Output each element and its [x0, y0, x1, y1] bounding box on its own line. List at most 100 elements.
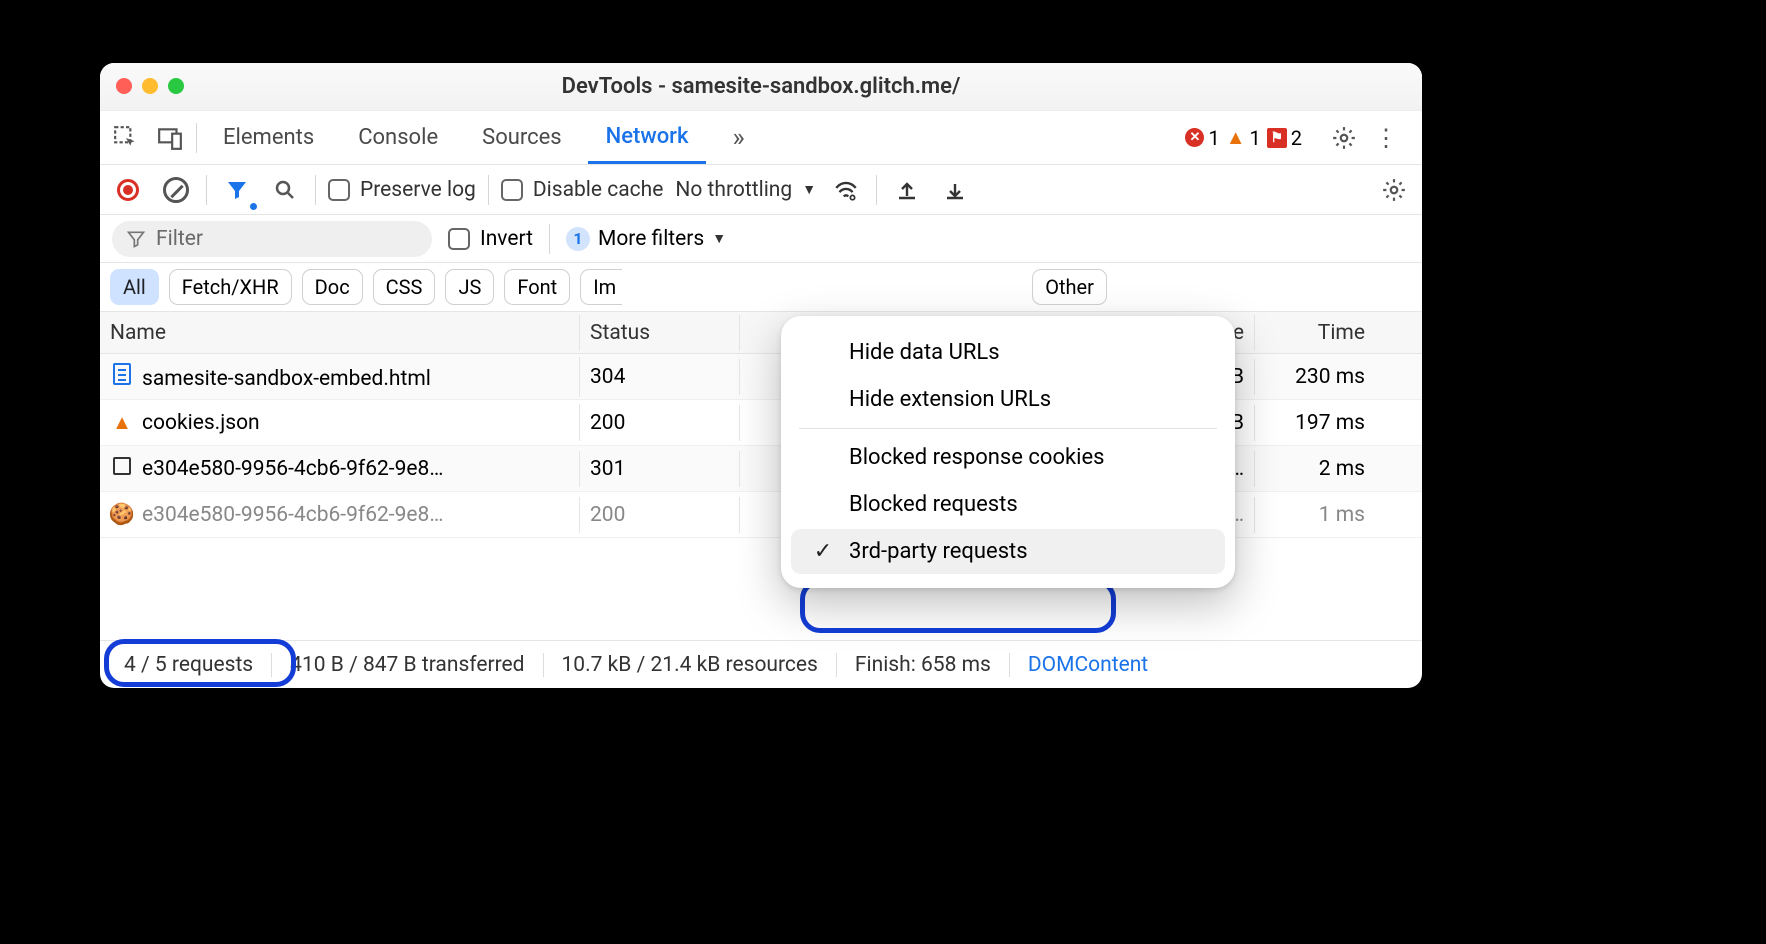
chip-js[interactable]: JS [445, 269, 494, 305]
minimize-window-button[interactable] [142, 78, 158, 94]
close-window-button[interactable] [116, 78, 132, 94]
filter-blocked-response-cookies[interactable]: Blocked response cookies [791, 435, 1225, 480]
network-settings-icon[interactable] [1376, 172, 1412, 208]
tab-console[interactable]: Console [340, 111, 456, 164]
column-name[interactable]: Name [100, 315, 580, 351]
clear-button[interactable] [158, 172, 194, 208]
cell-time: 1 ms [1255, 497, 1375, 533]
separator [876, 175, 877, 205]
throttling-select[interactable]: No throttling ▼ [675, 178, 816, 202]
cell-time: 230 ms [1255, 359, 1375, 395]
chip-css[interactable]: CSS [373, 269, 436, 305]
warning-badge[interactable]: ▲ 1 [1226, 125, 1261, 150]
status-bar: 4 / 5 requests 410 B / 847 B transferred… [100, 640, 1422, 688]
cell-time: 197 ms [1255, 405, 1375, 441]
invert-checkbox[interactable]: Invert [448, 227, 533, 251]
filter-blocked-requests[interactable]: Blocked requests [791, 482, 1225, 527]
search-icon[interactable] [267, 172, 303, 208]
column-status[interactable]: Status [580, 315, 740, 351]
cell-status: 301 [580, 451, 740, 487]
request-name: samesite-sandbox-embed.html [142, 367, 431, 391]
titlebar: DevTools - samesite-sandbox.glitch.me/ [100, 63, 1422, 111]
filter-row: Filter Invert 1 More filters ▼ [100, 215, 1422, 263]
warning-icon: ▲ [1226, 125, 1246, 150]
checkbox-icon [448, 228, 470, 250]
disable-cache-checkbox[interactable]: Disable cache [501, 178, 664, 202]
separator [206, 175, 207, 205]
issues-count: 2 [1291, 126, 1302, 150]
record-icon [117, 179, 139, 201]
chip-other[interactable]: Other [1032, 269, 1107, 305]
cell-name: samesite-sandbox-embed.html [100, 357, 580, 397]
status-requests: 4 / 5 requests [106, 653, 272, 677]
status-domcontent[interactable]: DOMContent [1010, 653, 1166, 677]
filter-active-dot [250, 203, 257, 210]
kebab-menu-icon[interactable]: ⋮ [1368, 120, 1404, 156]
menu-label: Blocked requests [849, 492, 1018, 517]
more-filters-badge: 1 [566, 227, 590, 251]
preserve-log-checkbox[interactable]: Preserve log [328, 178, 476, 202]
settings-icon[interactable] [1326, 120, 1362, 156]
record-button[interactable] [110, 172, 146, 208]
filter-3rd-party-requests[interactable]: ✓ 3rd-party requests [791, 529, 1225, 574]
more-filters-label: More filters [598, 227, 704, 251]
cell-time: 2 ms [1255, 451, 1375, 487]
more-filters-menu: Hide data URLs Hide extension URLs Block… [781, 316, 1235, 588]
chip-all[interactable]: All [110, 269, 159, 305]
issues-icon: ⚑ [1267, 128, 1287, 148]
request-name: cookies.json [142, 411, 260, 435]
filter-hide-data-urls[interactable]: Hide data URLs [791, 330, 1225, 375]
chip-fetch-xhr[interactable]: Fetch/XHR [169, 269, 292, 305]
column-time[interactable]: Time [1255, 315, 1375, 351]
preserve-log-label: Preserve log [360, 178, 476, 202]
checkbox-icon [328, 179, 350, 201]
cookie-icon: 🍪 [110, 503, 134, 527]
device-toolbar-icon[interactable] [152, 120, 188, 156]
status-finish: Finish: 658 ms [837, 653, 1010, 677]
request-name: e304e580-9956-4cb6-9f62-9e8… [142, 457, 443, 481]
error-icon: ✕ [1185, 128, 1204, 147]
cell-name: ▲ cookies.json [100, 404, 580, 441]
disable-cache-label: Disable cache [533, 178, 664, 202]
filter-toggle-icon[interactable] [219, 172, 255, 208]
chip-font[interactable]: Font [504, 269, 570, 305]
ban-icon [163, 177, 189, 203]
menu-separator [799, 428, 1217, 429]
cell-name: 🍪e304e580-9956-4cb6-9f62-9e8… [100, 497, 580, 533]
issues-badge[interactable]: ⚑ 2 [1267, 126, 1302, 150]
checkbox-icon [501, 179, 523, 201]
tab-network[interactable]: Network [588, 111, 707, 164]
filter-hide-extension-urls[interactable]: Hide extension URLs [791, 377, 1225, 422]
error-count: 1 [1208, 126, 1219, 150]
inspect-element-icon[interactable] [108, 120, 144, 156]
download-har-icon[interactable] [937, 172, 973, 208]
separator [549, 224, 550, 254]
warning-icon: ▲ [110, 410, 134, 435]
separator [196, 123, 197, 153]
chip-img[interactable]: Im [580, 269, 622, 305]
network-conditions-icon[interactable] [828, 172, 864, 208]
upload-har-icon[interactable] [889, 172, 925, 208]
filter-placeholder: Filter [156, 227, 203, 251]
tab-toolbar-right: ✕ 1 ▲ 1 ⚑ 2 ⋮ [1185, 120, 1414, 156]
resource-icon [110, 457, 134, 475]
menu-label: Hide extension URLs [849, 387, 1051, 412]
check-icon: ✓ [811, 539, 835, 564]
status-transferred: 410 B / 847 B transferred [272, 653, 543, 677]
document-icon [110, 363, 134, 385]
more-filters-dropdown[interactable]: 1 More filters ▼ [566, 227, 726, 251]
network-toolbar: Preserve log Disable cache No throttling… [100, 165, 1422, 215]
menu-label: Blocked response cookies [849, 445, 1105, 470]
error-badge[interactable]: ✕ 1 [1185, 126, 1219, 150]
tabs-overflow[interactable]: » [714, 111, 762, 164]
cell-status: 304 [580, 359, 740, 395]
cell-name: e304e580-9956-4cb6-9f62-9e8… [100, 451, 580, 487]
tab-sources[interactable]: Sources [464, 111, 580, 164]
tab-elements[interactable]: Elements [205, 111, 332, 164]
zoom-window-button[interactable] [168, 78, 184, 94]
chip-doc[interactable]: Doc [302, 269, 363, 305]
main-tabs: Elements Console Sources Network » ✕ 1 ▲… [100, 111, 1422, 165]
window-title: DevTools - samesite-sandbox.glitch.me/ [562, 74, 961, 99]
filter-input[interactable]: Filter [112, 221, 432, 257]
trafficlights [116, 78, 184, 94]
